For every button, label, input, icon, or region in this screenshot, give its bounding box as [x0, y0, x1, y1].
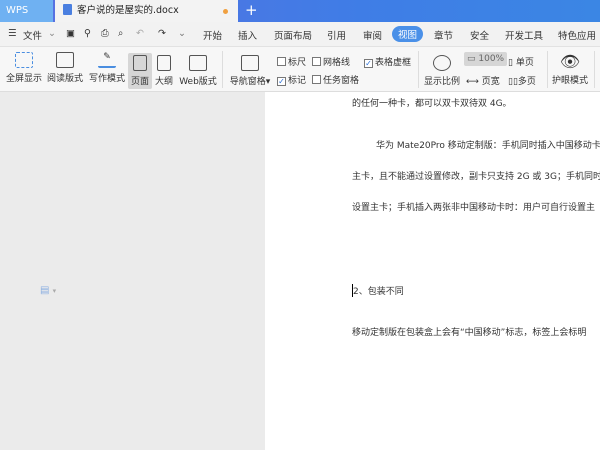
format-painter-icon[interactable]: ⚲: [84, 28, 91, 39]
task-pane-checkbox[interactable]: 任务窗格: [312, 73, 359, 86]
tab-developer[interactable]: 开发工具: [505, 28, 543, 42]
eye-protection-label: 护眼模式: [551, 76, 588, 86]
document-tab[interactable]: 客户说的是屋实的.docx: [55, 0, 238, 22]
print-icon[interactable]: ⎙: [101, 28, 109, 39]
table-grid-checkbox[interactable]: ✓ 表格虚框: [364, 55, 411, 68]
page-view-button[interactable]: 页面: [128, 53, 152, 89]
doc-heading: 2、包装不同: [352, 284, 404, 297]
page-icon: [133, 55, 147, 71]
task-pane-label: 任务窗格: [323, 76, 360, 86]
unsaved-dot-icon: [223, 9, 228, 14]
zoom-100-button[interactable]: ▭ 100%: [464, 52, 508, 66]
single-page-icon: ▯: [508, 58, 516, 68]
wps-home-tab[interactable]: WPS: [0, 0, 53, 22]
file-menu[interactable]: 文件: [23, 28, 42, 42]
tab-security[interactable]: 安全: [470, 28, 489, 42]
eye-icon: 👁: [559, 52, 581, 71]
print-preview-icon[interactable]: ⌕: [118, 28, 123, 39]
title-bar: WPS 客户说的是屋实的.docx +: [0, 0, 600, 22]
nav-pane-label: 导航窗格: [229, 77, 266, 87]
fit-icon: ▭: [467, 54, 479, 64]
tab-chapter[interactable]: 章节: [434, 28, 453, 42]
tab-layout[interactable]: 页面布局: [274, 28, 312, 42]
multi-page-label: 多页: [517, 77, 536, 87]
fullscreen-icon: [15, 52, 33, 68]
divider: [222, 51, 223, 88]
divider: [418, 51, 419, 88]
single-page-button[interactable]: ▯ 单页: [508, 55, 534, 68]
tab-insert[interactable]: 插入: [238, 28, 257, 42]
write-mode-button[interactable]: ✎ 写作模式: [88, 49, 126, 84]
document-page[interactable]: 的任何一种卡，都可以双卡双待双 4G。 华为 Mate20Pro 移动定制版：手…: [265, 92, 600, 450]
new-tab-button[interactable]: +: [245, 0, 258, 21]
hamburger-icon[interactable]: ☰: [8, 28, 17, 39]
pencil-icon: ✎: [98, 52, 116, 68]
check-icon: ✓: [364, 59, 373, 68]
write-mode-label: 写作模式: [88, 74, 125, 84]
zoom-icon: [433, 55, 451, 71]
single-page-label: 单页: [515, 58, 534, 68]
undo-icon[interactable]: ↶: [136, 28, 144, 39]
menu-bar: ☰ 文件 ⌄ ▣ ⚲ ⎙ ⌕ ↶ ↷ ⌄ 开始 插入 页面布局 引用 审阅 视图…: [0, 22, 600, 47]
ribbon: 全屏显示 阅读版式 ✎ 写作模式 页面 大纲 Web版式 导航窗格▾ 标尺 网格线…: [0, 47, 600, 92]
tab-references[interactable]: 引用: [327, 28, 346, 42]
doc-icon: [63, 4, 72, 15]
eye-protection-button[interactable]: 👁 护眼模式: [550, 51, 590, 86]
list-icon: [241, 55, 259, 71]
redo-icon[interactable]: ↷: [158, 28, 166, 39]
web-layout-label: Web版式: [179, 77, 217, 87]
save-icon[interactable]: ▣: [66, 28, 75, 39]
outline-label: 大纲: [154, 77, 173, 87]
chevron-down-icon[interactable]: ⌄: [48, 28, 56, 39]
divider: [547, 51, 548, 88]
doc-line: 华为 Mate20Pro 移动定制版：手机同时插入中国移动卡: [376, 141, 600, 151]
zoom-100-label: 100%: [478, 54, 505, 64]
paragraph-handle-icon[interactable]: ▤ ▾: [40, 285, 56, 296]
outline-icon: [157, 55, 171, 71]
zoom-button[interactable]: 显示比例: [422, 53, 462, 87]
fullscreen-button[interactable]: 全屏显示: [5, 49, 43, 84]
nav-pane-button[interactable]: 导航窗格▾: [228, 53, 272, 87]
outline-button[interactable]: 大纲: [153, 53, 175, 87]
checkbox: [312, 75, 321, 84]
read-mode-button[interactable]: 阅读版式: [46, 49, 84, 84]
book-icon: [56, 52, 74, 68]
multi-page-icon: ▯▯: [508, 77, 518, 87]
fullscreen-label: 全屏显示: [5, 74, 42, 84]
doc-line: 主卡，且不能通过设置修改，副卡只支持 2G 或 3G；手机同时: [352, 172, 600, 182]
tab-view[interactable]: 视图: [392, 26, 424, 42]
checkbox: [277, 57, 286, 66]
grid-label: 网格线: [323, 58, 351, 68]
document-tab-title: 客户说的是屋实的.docx: [77, 5, 179, 16]
check-icon: ✓: [277, 77, 286, 86]
tab-special[interactable]: 特色应用: [558, 28, 596, 42]
multi-page-button[interactable]: ▯▯多页: [508, 74, 536, 87]
ruler-label: 标尺: [288, 58, 307, 68]
wps-logo-label: WPS: [6, 5, 29, 16]
tab-review[interactable]: 审阅: [363, 28, 382, 42]
zoom-label: 显示比例: [423, 77, 460, 87]
mark-label: 标记: [288, 76, 307, 86]
left-gray-area: ▤ ▾: [0, 92, 265, 450]
page-width-button[interactable]: ⟷ 页宽: [466, 74, 500, 87]
page-view-label: 页面: [130, 77, 149, 87]
doc-line: 设置主卡；手机插入两张非中国移动卡时：用户可自行设置主: [352, 203, 596, 213]
more-icon[interactable]: ⌄: [178, 28, 186, 39]
ruler-checkbox[interactable]: 标尺: [277, 55, 306, 68]
web-icon: [189, 55, 207, 71]
mark-checkbox[interactable]: ✓ 标记: [277, 73, 306, 86]
web-layout-button[interactable]: Web版式: [178, 53, 218, 87]
grid-checkbox[interactable]: 网格线: [312, 55, 350, 68]
checkbox: [312, 57, 321, 66]
doc-line: 的任何一种卡，都可以双卡双待双 4G。: [352, 99, 512, 109]
page-width-label: 页宽: [481, 77, 500, 87]
tab-home[interactable]: 开始: [203, 28, 222, 42]
read-mode-label: 阅读版式: [46, 74, 83, 84]
table-grid-label: 表格虚框: [375, 58, 412, 68]
divider: [594, 51, 595, 88]
page-width-icon: ⟷: [466, 77, 482, 87]
doc-line: 移动定制版在包装盒上会有“中国移动”标志，标签上会标明: [352, 328, 587, 338]
